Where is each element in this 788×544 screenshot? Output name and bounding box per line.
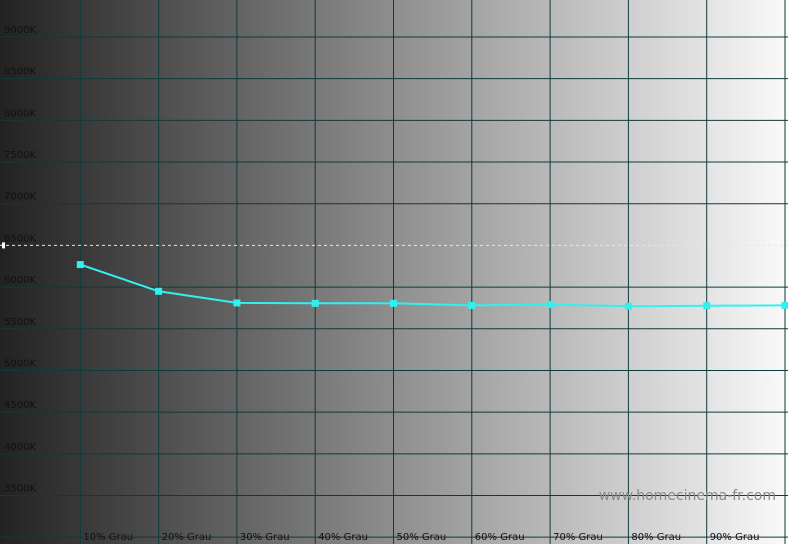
y-tick-label: 4000K [4, 442, 36, 453]
data-point-marker [76, 261, 84, 269]
color-temperature-chart: 3500K 4000K 4500K 5000K 5500K 6000K 6500K 7000K… [0, 0, 788, 544]
y-tick-label: 6500K [4, 233, 36, 244]
y-tick-label: 7500K [4, 150, 36, 161]
x-tick-label: 40% Grau [318, 532, 368, 543]
x-tick-label: 20% Grau [162, 532, 212, 543]
data-point-marker [703, 302, 711, 310]
watermark: www.homecinema-fr.com [599, 488, 776, 504]
y-tick-label: 9000K [4, 25, 36, 36]
x-tick-label: 90% Grau [710, 532, 760, 543]
y-tick-label: 5500K [4, 317, 36, 328]
y-tick-label: 8500K [4, 67, 36, 78]
data-point-marker [546, 301, 554, 309]
y-tick-label: 4500K [4, 400, 36, 411]
y-tick-label: 5000K [4, 358, 36, 369]
y-tick-label: 3500K [4, 484, 36, 495]
data-point-marker [311, 299, 319, 307]
data-point-marker [624, 302, 632, 310]
data-point-marker [781, 301, 788, 309]
x-tick-label: 10% Grau [83, 532, 133, 543]
y-tick-label: 7000K [4, 192, 36, 203]
reference-marker [2, 242, 5, 249]
y-tick-label: 8000K [4, 108, 36, 119]
x-tick-label: 50% Grau [397, 532, 447, 543]
x-tick-label: 30% Grau [240, 532, 290, 543]
x-tick-label: 60% Grau [475, 532, 525, 543]
data-point-marker [155, 287, 163, 295]
chart-container: 3500K 4000K 4500K 5000K 5500K 6000K 6500K 7000K… [0, 0, 788, 544]
data-point-marker [390, 299, 397, 307]
data-point-marker [468, 301, 476, 309]
x-tick-label: 80% Grau [631, 532, 681, 543]
x-axis-labels: 10% Grau 20% Grau 30% Grau 40% Grau 50% Grau… [83, 532, 759, 543]
x-tick-label: 70% Grau [553, 532, 603, 543]
data-point-marker [233, 299, 241, 307]
y-tick-label: 6000K [4, 275, 36, 286]
